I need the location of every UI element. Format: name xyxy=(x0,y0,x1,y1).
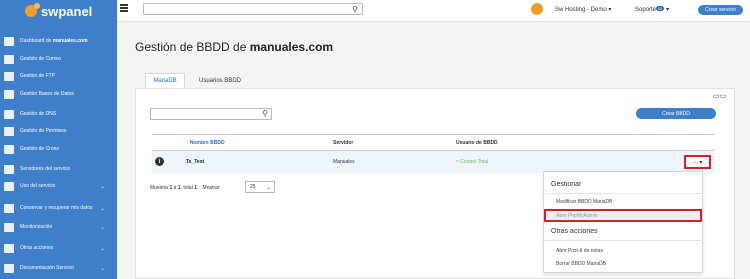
sidebar-item-label: Uso del servicio xyxy=(20,183,56,189)
sidebar-item-usage[interactable]: Uso del servicio ⌄ xyxy=(0,177,117,195)
menu-divider xyxy=(543,240,703,241)
flag-icon xyxy=(4,109,14,119)
menu-item-open-phpmyadmin[interactable]: Abrir PhpMyAdmin xyxy=(556,213,598,219)
cell-server: Manuales xyxy=(333,159,355,165)
brand-name: swpanel xyxy=(41,3,93,19)
chevron-down-icon: ⌄ xyxy=(99,245,105,252)
permissions-icon xyxy=(4,126,14,136)
sidebar-item-label: Gestión Bases de Datos xyxy=(20,91,74,97)
page-size-select[interactable]: 25 ⌄ xyxy=(245,181,275,193)
clipboard-icon xyxy=(4,243,14,253)
hamburger-menu-icon[interactable] xyxy=(120,4,128,12)
sidebar-item-label: Gestión de Permisos xyxy=(20,128,67,134)
column-header-server[interactable]: Servidor xyxy=(333,140,353,146)
sidebar-item-label: Gestión de FTP xyxy=(20,73,56,79)
sidebar-item-label: Otras acciones xyxy=(20,245,54,251)
topbar: ⚲ Sw Hosting - Demo ▾ Soporte 51 ▾ Crear … xyxy=(117,0,750,22)
menu-heading-other: Otras acciones xyxy=(551,228,598,235)
sidebar-item-label: Gestión de Correo xyxy=(20,56,61,62)
chevron-down-icon: ⌄ xyxy=(99,183,105,190)
brand-logo[interactable]: swpanel xyxy=(0,0,117,22)
sidebar-item-documentation[interactable]: Documentación Servicio ⌄ xyxy=(0,259,117,277)
search-icon[interactable]: ⚲ xyxy=(262,109,268,118)
chevron-down-icon: ⌄ xyxy=(265,185,271,191)
column-header-user[interactable]: Usuario de BBDD xyxy=(456,140,498,146)
sidebar-item-label: Monitorización xyxy=(20,224,53,230)
page-title: Gestión de BBDD de manuales.com xyxy=(135,40,334,54)
chevron-down-icon: ⌄ xyxy=(99,265,105,272)
sidebar-item-label: Servidores del servicio xyxy=(20,166,71,172)
sidebar-item-label: Gestión de DNS xyxy=(20,111,57,117)
column-header-name[interactable]: ↑ Nombre BBDD xyxy=(186,140,225,146)
download-icon[interactable]: ▭ xyxy=(713,93,720,100)
user-avatar-icon[interactable] xyxy=(531,3,543,15)
sidebar: swpanel Dashboard de manuales.com Gestió… xyxy=(0,0,117,279)
create-service-button[interactable]: Crear servicio xyxy=(698,5,743,15)
database-icon xyxy=(4,89,14,99)
tab-mariadb[interactable]: MariaDB xyxy=(145,73,185,88)
sidebar-item-dashboard[interactable]: Dashboard de manuales.com xyxy=(0,32,117,50)
menu-heading-manage: Gestionar xyxy=(551,181,582,188)
sidebar-item-label: Conservar y recuperar mis datos xyxy=(20,205,93,211)
chevron-down-icon: ⌄ xyxy=(99,224,105,231)
pager-summary: Muestra 1 a 1. total 1 Mostrar xyxy=(150,185,220,191)
menu-item-delete-db[interactable]: Borrar BBDD MariaDB xyxy=(556,261,606,267)
monitor-icon xyxy=(4,222,14,232)
support-menu[interactable]: Soporte 51 ▾ xyxy=(635,6,669,13)
sidebar-item-backup[interactable]: Conservar y recuperar mis datos ⌄ xyxy=(0,199,117,217)
sidebar-item-label: Documentación Servicio xyxy=(20,265,74,271)
sidebar-item-monitoring[interactable]: Monitorización ⌄ xyxy=(0,218,117,236)
chevron-down-icon: ⌄ xyxy=(99,205,105,212)
global-search-input[interactable]: ⚲ xyxy=(143,3,363,15)
sidebar-item-dns[interactable]: Gestión de DNS xyxy=(0,105,117,123)
search-icon[interactable]: ⚲ xyxy=(352,5,358,14)
dashboard-icon xyxy=(4,36,14,46)
table-divider xyxy=(152,134,715,135)
db-search-input[interactable]: ⚲ xyxy=(150,108,272,120)
row-actions-button[interactable]: ... ▾ xyxy=(684,155,711,169)
server-icon xyxy=(4,164,14,174)
sidebar-item-ftp[interactable]: Gestión de FTP xyxy=(0,67,117,85)
document-icon xyxy=(4,263,14,273)
create-db-button[interactable]: Crear BBDD xyxy=(636,108,716,119)
sidebar-item-crons[interactable]: Gestión de Crons xyxy=(0,140,117,158)
user-menu[interactable]: Sw Hosting - Demo ▾ xyxy=(555,6,611,13)
cell-db-user[interactable]: × Control Total xyxy=(456,159,488,165)
sidebar-item-other-actions[interactable]: Otras acciones ⌄ xyxy=(0,239,117,257)
sidebar-item-servers[interactable]: Servidores del servicio xyxy=(0,160,117,178)
sidebar-item-permissions[interactable]: Gestión de Permisos xyxy=(0,122,117,140)
menu-item-open-postit[interactable]: Abrir Post-It de notas xyxy=(556,248,603,254)
support-badge: 51 xyxy=(656,6,665,11)
cell-db-name: Ts_Test xyxy=(186,159,205,165)
sidebar-item-label: Gestión de Crons xyxy=(20,146,59,152)
sidebar-item-label: Dashboard de manuales.com xyxy=(20,38,88,44)
mail-icon xyxy=(4,54,14,64)
export-icons[interactable]: ▭▭ xyxy=(713,92,726,100)
cron-icon xyxy=(4,144,14,154)
table-row[interactable] xyxy=(152,151,715,173)
sidebar-item-databases[interactable]: Gestión Bases de Datos xyxy=(0,85,117,103)
menu-item-modify-db[interactable]: Modificar BBDD MariaDB xyxy=(556,199,612,205)
brand-mark-icon xyxy=(25,3,40,17)
sidebar-item-mail[interactable]: Gestión de Correo xyxy=(0,50,117,68)
info-icon[interactable]: i xyxy=(155,157,164,166)
ftp-icon xyxy=(4,71,14,81)
backup-icon xyxy=(4,203,14,213)
menu-divider xyxy=(543,193,703,194)
usage-icon xyxy=(4,181,14,191)
print-icon[interactable]: ▭ xyxy=(720,93,727,100)
tab-db-users[interactable]: Usuarios BBDD xyxy=(190,73,250,88)
